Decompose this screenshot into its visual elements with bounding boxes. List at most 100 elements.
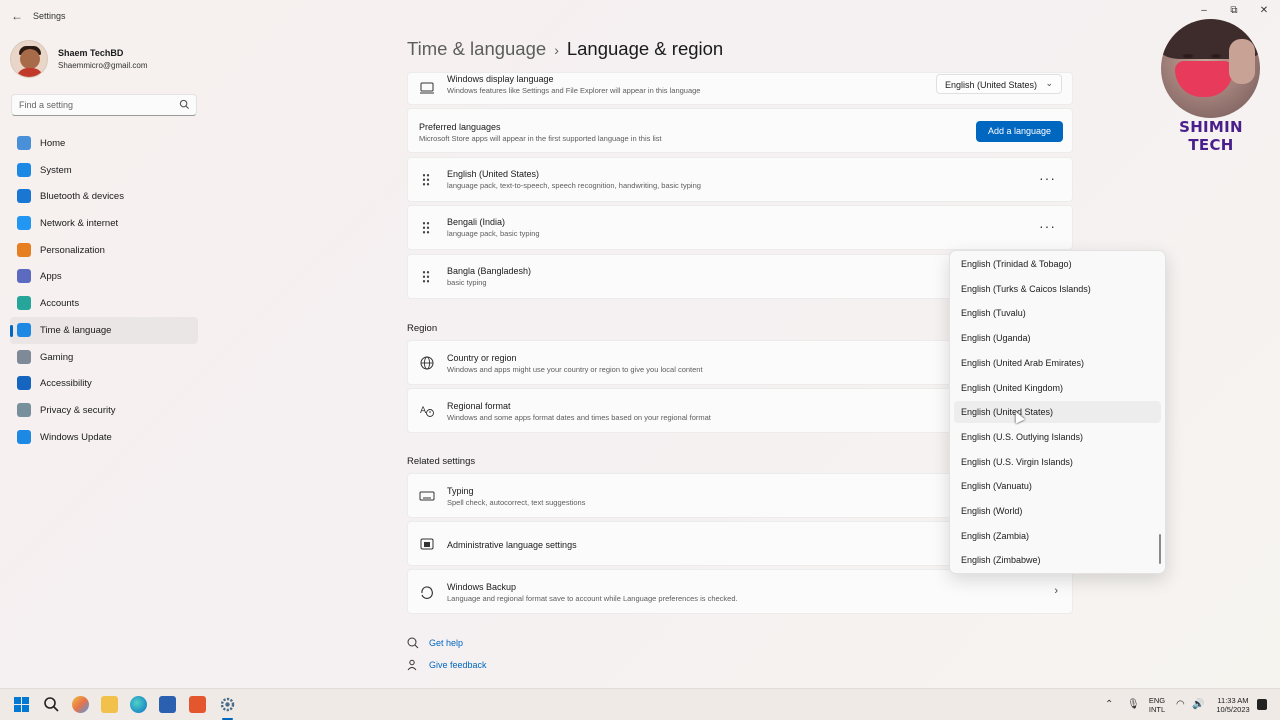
dropdown-option-label: English (Vanuatu) bbox=[961, 481, 1032, 492]
search-placeholder: Find a setting bbox=[19, 100, 74, 110]
sidebar-item-windows-update[interactable]: Windows Update bbox=[10, 424, 198, 451]
country-region-dropdown[interactable]: English (Trinidad & Tobago) English (Turk… bbox=[949, 250, 1166, 574]
dropdown-option-label: English (World) bbox=[961, 506, 1023, 516]
related-settings-header: Related settings bbox=[407, 456, 476, 467]
sidebar-item-accounts[interactable]: Accounts bbox=[10, 290, 198, 317]
user-profile[interactable]: Shaem TechBD Shaemmicro@gmail.com bbox=[10, 40, 200, 80]
dropdown-option[interactable]: English (United Kingdom) bbox=[954, 377, 1161, 399]
widgets-icon[interactable] bbox=[72, 696, 89, 713]
language-indicator[interactable]: ENG INTL bbox=[1146, 696, 1168, 714]
search-input[interactable]: Find a setting bbox=[11, 94, 197, 116]
language-item-bengali-india[interactable]: Bengali (India) language pack, basic typ… bbox=[407, 205, 1073, 250]
sidebar-item-label: Privacy & security bbox=[40, 404, 116, 416]
app-title: Settings bbox=[33, 11, 66, 21]
sidebar-item-system[interactable]: System bbox=[10, 157, 198, 184]
minimize-button[interactable]: – bbox=[1190, 4, 1218, 18]
sidebar-item-network-internet[interactable]: Network & internet bbox=[10, 210, 198, 237]
chevron-right-icon: › bbox=[1054, 585, 1058, 597]
sidebar-item-label: Accounts bbox=[40, 298, 80, 310]
country-region-title: Country or region bbox=[447, 353, 517, 363]
sidebar-item-bluetooth-devices[interactable]: Bluetooth & devices bbox=[10, 183, 198, 210]
dropdown-option[interactable]: English (Trinidad & Tobago) bbox=[954, 253, 1161, 275]
drag-handle-icon[interactable] bbox=[422, 221, 430, 235]
windows-backup-card[interactable]: Windows Backup Language and regional for… bbox=[407, 569, 1073, 614]
wifi-icon[interactable]: ◠ bbox=[1176, 699, 1185, 710]
language-detail: language pack, text-to-speech, speech re… bbox=[447, 181, 701, 190]
search-icon[interactable] bbox=[43, 696, 60, 713]
app-icon[interactable] bbox=[189, 696, 206, 713]
dropdown-option[interactable]: English (Zambia) bbox=[954, 525, 1161, 547]
back-arrow-icon[interactable]: ← bbox=[8, 7, 26, 25]
sidebar-item-apps[interactable]: Apps bbox=[10, 263, 198, 290]
dropdown-option[interactable]: English (United Arab Emirates) bbox=[954, 352, 1161, 374]
close-button[interactable]: ✕ bbox=[1250, 4, 1278, 18]
dropdown-option-label: English (United Kingdom) bbox=[961, 382, 1064, 393]
dropdown-option[interactable]: English (Uganda) bbox=[954, 327, 1161, 349]
clock[interactable]: 11:33 AM 10/5/2023 bbox=[1208, 696, 1258, 714]
edge-browser-icon[interactable] bbox=[130, 696, 147, 713]
sidebar-item-label: Time & language bbox=[40, 324, 112, 336]
breadcrumb: Time & language › Language & region bbox=[407, 38, 723, 60]
system-icon bbox=[17, 162, 31, 177]
bluetooth-icon bbox=[17, 189, 31, 204]
add-language-button[interactable]: Add a language bbox=[976, 121, 1063, 142]
clock-time: 11:33 AM bbox=[1217, 696, 1249, 705]
accounts-icon bbox=[17, 296, 31, 311]
dropdown-option-label: English (United Arab Emirates) bbox=[961, 357, 1085, 368]
file-explorer-icon[interactable] bbox=[101, 696, 118, 713]
dropdown-option-label: English (Tuvalu) bbox=[961, 308, 1026, 319]
sidebar-item-accessibility[interactable]: Accessibility bbox=[10, 370, 198, 397]
monitor-icon bbox=[420, 82, 434, 94]
dropdown-option[interactable]: English (World) bbox=[954, 500, 1161, 522]
language-detail: language pack, basic typing bbox=[447, 229, 540, 238]
wifi-icon bbox=[17, 216, 31, 231]
sidebar-nav: Home System Bluetooth & devices Network & i… bbox=[10, 130, 198, 450]
gaming-icon bbox=[17, 349, 31, 364]
dropdown-option[interactable]: English (U.S. Virgin Islands) bbox=[954, 451, 1161, 473]
volume-icon[interactable]: 🔊 bbox=[1192, 699, 1204, 710]
shield-icon bbox=[17, 402, 31, 417]
more-options-icon[interactable]: ··· bbox=[1039, 218, 1056, 234]
globe-clock-icon bbox=[17, 322, 31, 337]
more-options-icon[interactable]: ··· bbox=[1039, 170, 1056, 186]
language-detail: basic typing bbox=[447, 278, 487, 287]
chevron-up-icon[interactable]: ⌃ bbox=[1105, 699, 1113, 710]
sidebar-item-time-language[interactable]: Time & language bbox=[10, 316, 198, 344]
sidebar-item-gaming[interactable]: Gaming bbox=[10, 344, 198, 371]
sidebar-item-privacy-security[interactable]: Privacy & security bbox=[10, 397, 198, 424]
typing-title: Typing bbox=[447, 486, 474, 496]
dropdown-option[interactable]: English (Zimbabwe) bbox=[954, 549, 1161, 571]
display-language-select[interactable]: English (United States) ⌄ bbox=[936, 74, 1062, 94]
display-language-subtitle: Windows features like Settings and File … bbox=[447, 86, 701, 95]
give-feedback-link[interactable]: Give feedback bbox=[429, 660, 487, 670]
dropdown-option[interactable]: English (Vanuatu) bbox=[954, 475, 1161, 497]
dropdown-option[interactable]: English (Tuvalu) bbox=[954, 302, 1161, 324]
notification-icon[interactable] bbox=[1257, 699, 1267, 710]
windows-start-icon[interactable] bbox=[13, 696, 30, 713]
profile-email: Shaemmicro@gmail.com bbox=[58, 61, 148, 70]
sidebar-item-label: System bbox=[40, 164, 72, 176]
channel-logo-text: SHIMIN TECH bbox=[1179, 118, 1243, 154]
language-item-english-us[interactable]: English (United States) language pack, t… bbox=[407, 157, 1073, 202]
dropdown-option[interactable]: English (Turks & Caicos Islands) bbox=[954, 278, 1161, 300]
breadcrumb-parent[interactable]: Time & language bbox=[407, 38, 546, 59]
dropdown-option[interactable]: English (U.S. Outlying Islands) bbox=[954, 426, 1161, 448]
get-help-link[interactable]: Get help bbox=[429, 638, 463, 648]
drag-handle-icon[interactable] bbox=[422, 173, 430, 187]
settings-gear-icon[interactable] bbox=[219, 696, 236, 713]
title-bar: ← Settings – ⧉ ✕ bbox=[0, 0, 1280, 32]
microphone-icon[interactable]: 🎙 bbox=[1127, 699, 1140, 710]
sidebar-item-personalization[interactable]: Personalization bbox=[10, 237, 198, 264]
update-icon bbox=[17, 429, 31, 444]
sidebar-item-home[interactable]: Home bbox=[10, 130, 198, 157]
language-name: English (United States) bbox=[447, 169, 540, 179]
dropdown-option-label: English (U.S. Virgin Islands) bbox=[961, 456, 1073, 467]
profile-name: Shaem TechBD bbox=[58, 48, 124, 58]
region-header: Region bbox=[407, 323, 438, 334]
dropdown-option[interactable]: English (United States) bbox=[954, 401, 1161, 424]
regional-format-title: Regional format bbox=[447, 401, 511, 411]
maximize-button[interactable]: ⧉ bbox=[1220, 4, 1248, 18]
drag-handle-icon[interactable] bbox=[422, 270, 430, 284]
store-icon[interactable] bbox=[159, 696, 176, 713]
dropdown-option-label: English (Zimbabwe) bbox=[961, 555, 1041, 566]
